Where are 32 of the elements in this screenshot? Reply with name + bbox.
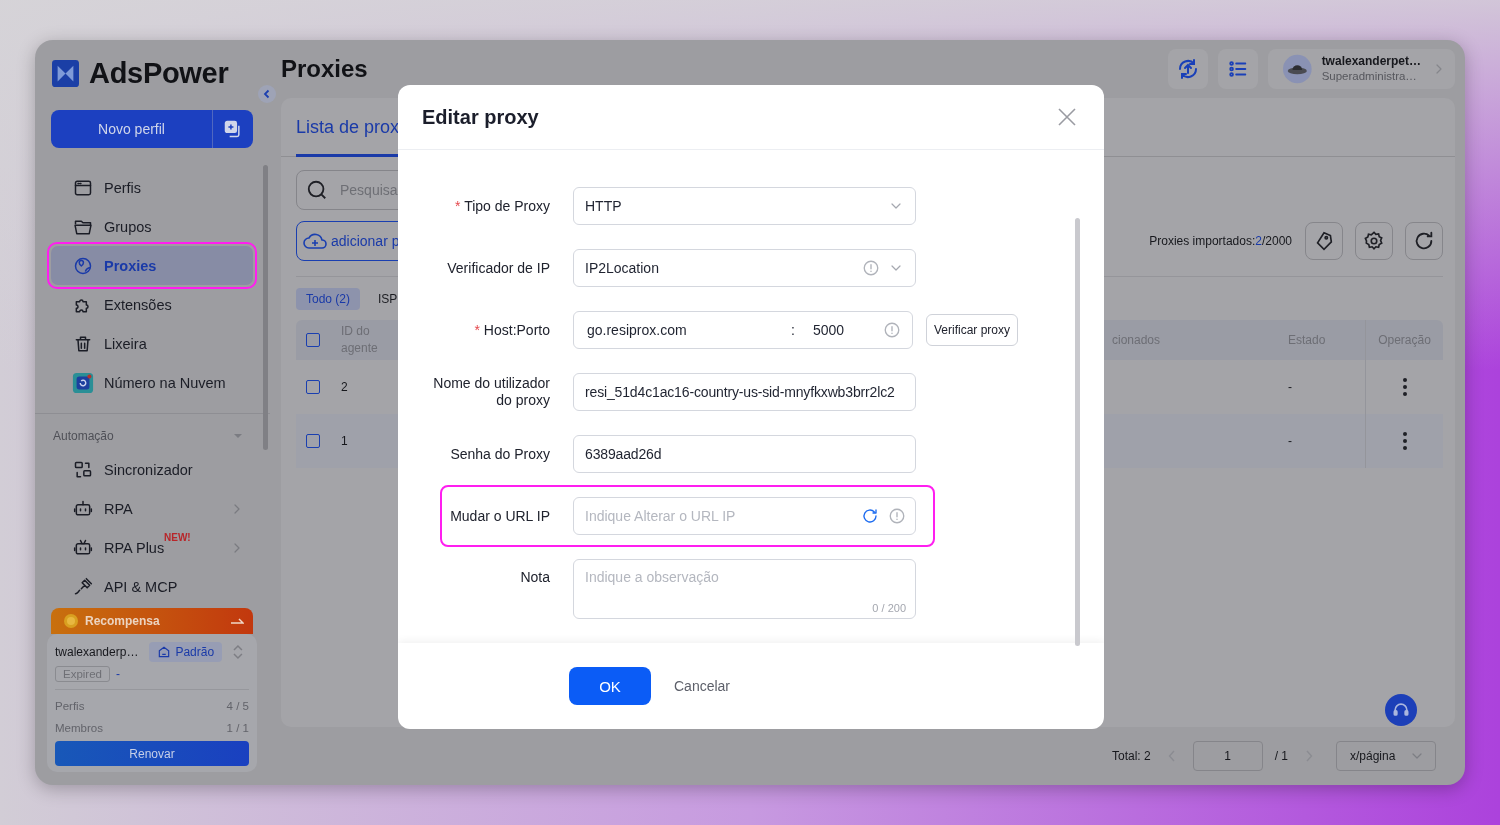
account-name: twalexanderp… (55, 645, 140, 659)
page-count: / 1 (1274, 749, 1288, 763)
table-cell: 1 (341, 434, 348, 448)
section-title: Automação (53, 429, 114, 443)
stat-value: 4 / 5 (226, 700, 249, 712)
table-cell: - (1288, 434, 1292, 448)
imported-label: Proxies importados: (1149, 234, 1256, 248)
field-label: Mudar o URL IP (450, 507, 550, 525)
expiry-text: - (116, 667, 120, 681)
user-name: twalexanderpet… (1321, 54, 1421, 69)
character-counter: 0 / 200 (872, 602, 906, 614)
table-cell: - (1288, 380, 1292, 394)
field-label: * Tipo de Proxy (455, 197, 550, 215)
imported-count: 2 (1255, 234, 1262, 248)
separator-text: : (791, 322, 795, 338)
stat-label: Membros (55, 722, 103, 734)
status-badge: Expired (55, 666, 110, 682)
field-label: Nota (520, 569, 550, 586)
page-title: Proxies (281, 55, 368, 83)
new-label: NEW! (164, 532, 191, 543)
field-label: * Host:Porto (474, 321, 550, 339)
dialog-title: Editar proxy (422, 105, 539, 129)
total-count: Total: 2 (1111, 749, 1151, 763)
user-role: Superadministra… (1321, 69, 1418, 84)
field-label: Verificador de IP (447, 259, 550, 277)
table-cell: 2 (341, 380, 348, 394)
field-label: Senha do Proxy (450, 445, 550, 463)
stat-label: Perfis (55, 700, 85, 712)
imported-limit: /2000 (1261, 234, 1292, 248)
logo-text: AdsPower (89, 56, 229, 90)
field-label: Nome do utilizador do proxy (432, 375, 550, 409)
stat-value: 1 / 1 (226, 722, 249, 734)
